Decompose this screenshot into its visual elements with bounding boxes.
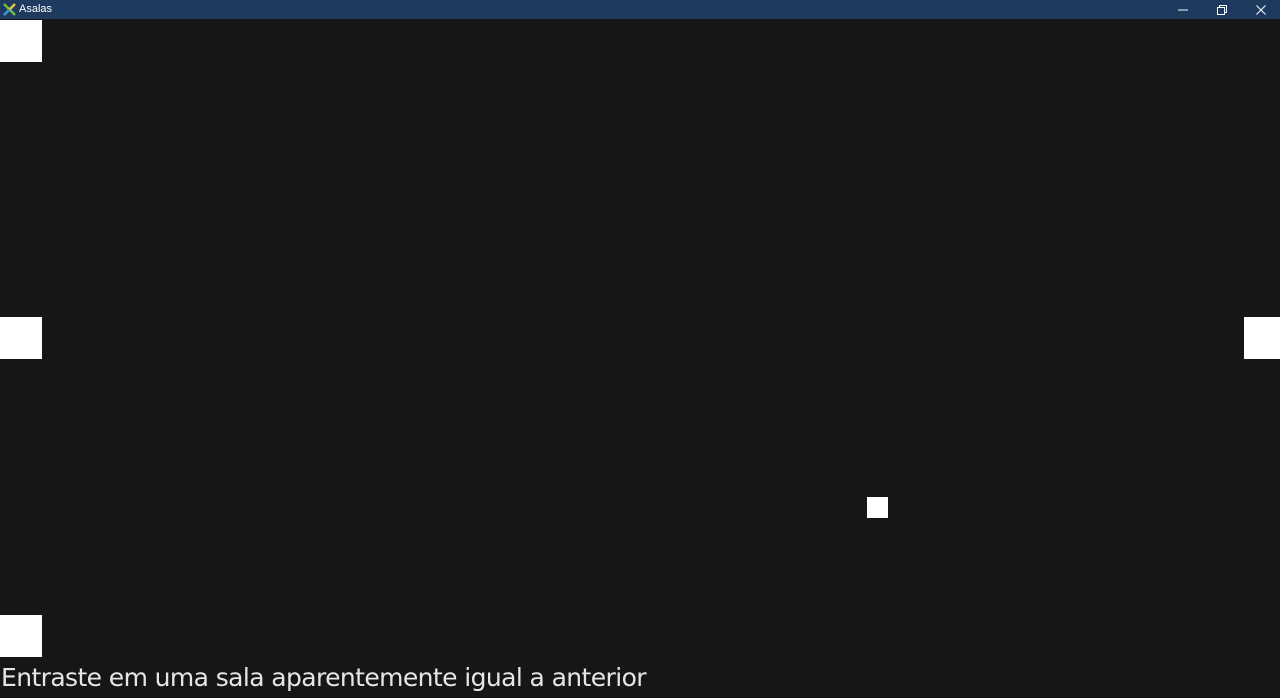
game-window: Asalas Entraste em uma sala aparentement… (0, 0, 1280, 698)
window-title: Asalas (19, 3, 53, 15)
game-canvas[interactable]: Entraste em uma sala aparentemente igual… (0, 19, 1280, 698)
maximize-button[interactable] (1202, 0, 1241, 19)
close-button[interactable] (1241, 0, 1280, 19)
door-middle-right (1244, 317, 1280, 359)
minimize-button[interactable] (1163, 0, 1202, 19)
door-bottom-left (0, 615, 42, 657)
close-icon (1255, 4, 1266, 15)
title-bar[interactable]: Asalas (0, 0, 1280, 19)
door-top-left (0, 20, 42, 62)
player-square (867, 497, 888, 518)
room-message: Entraste em uma sala aparentemente igual… (1, 663, 647, 692)
x-app-icon (3, 3, 16, 16)
window-controls (1163, 0, 1280, 19)
door-middle-left (0, 317, 42, 359)
minimize-icon (1177, 9, 1188, 10)
restore-icon (1216, 4, 1227, 15)
